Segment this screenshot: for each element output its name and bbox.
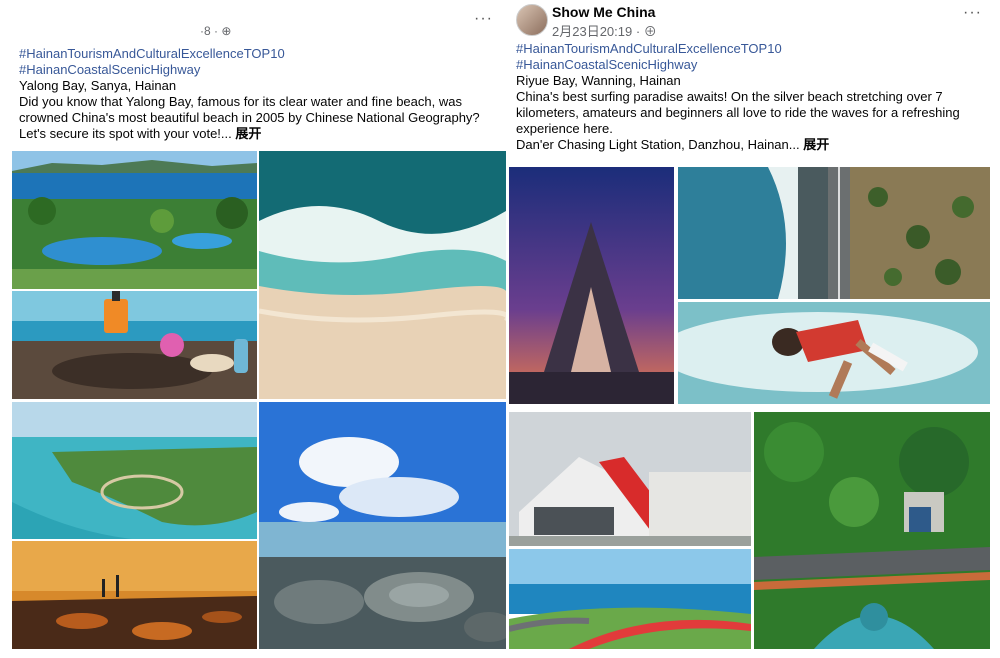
more-options-button[interactable]: ··· (474, 10, 493, 28)
photo-coastal-highway-aerial[interactable] (678, 167, 990, 299)
photo-triangle-building[interactable] (509, 167, 674, 404)
post-location: Yalong Bay, Sanya, Hainan (19, 78, 177, 93)
author-name[interactable]: Show Me China (552, 4, 655, 20)
hashtag-link[interactable]: #HainanCoastalScenicHighway (516, 57, 990, 73)
photo-aerial-green-road[interactable] (754, 412, 990, 649)
post-text: #HainanTourismAndCulturalExcellenceTOP10… (19, 46, 489, 142)
hashtag-link[interactable]: #HainanTourismAndCulturalExcellenceTOP10 (516, 41, 990, 57)
post-body: China's best surfing paradise awaits! On… (516, 89, 960, 136)
photo-aerial-coastline[interactable] (12, 402, 257, 539)
avatar[interactable] (516, 4, 548, 36)
post-text: #HainanTourismAndCulturalExcellenceTOP10… (516, 41, 990, 153)
photo-salt-field-sunset[interactable] (12, 541, 257, 649)
hashtag-link[interactable]: #HainanTourismAndCulturalExcellenceTOP10 (19, 46, 489, 62)
globe-icon: ⊕ (643, 24, 657, 39)
photo-yalong-bay-resort[interactable] (12, 151, 257, 289)
post-location: Riyue Bay, Wanning, Hainan (516, 73, 681, 88)
post-card-right: Show Me China 2月23日20:19 · ⊕ ··· #Hainan… (508, 0, 1000, 658)
photo-light-station-building[interactable] (509, 412, 751, 546)
hashtag-link[interactable]: #HainanCoastalScenicHighway (19, 62, 489, 78)
post-meta: ·8 · ⊕ (200, 24, 231, 38)
photo-beach-dinner[interactable] (12, 291, 257, 399)
more-options-button[interactable]: ··· (963, 4, 982, 22)
photo-blue-sky-rocks[interactable] (259, 402, 506, 649)
post-extra-line: Dan'er Chasing Light Station, Danzhou, H… (516, 137, 800, 152)
expand-link[interactable]: 展开 (235, 126, 261, 141)
photo-red-seaside-path[interactable] (509, 549, 751, 649)
expand-link[interactable]: 展开 (803, 137, 829, 152)
post-timestamp[interactable]: ·8 · (200, 24, 221, 38)
post-timestamp[interactable]: 2月23日20:19 · ⊕ (552, 21, 657, 40)
photo-aerial-waves[interactable] (259, 151, 506, 399)
post-card-left: ·8 · ⊕ ··· #HainanTourismAndCulturalExce… (0, 0, 508, 658)
photo-surfer[interactable] (678, 302, 990, 404)
globe-icon: ⊕ (221, 24, 232, 38)
